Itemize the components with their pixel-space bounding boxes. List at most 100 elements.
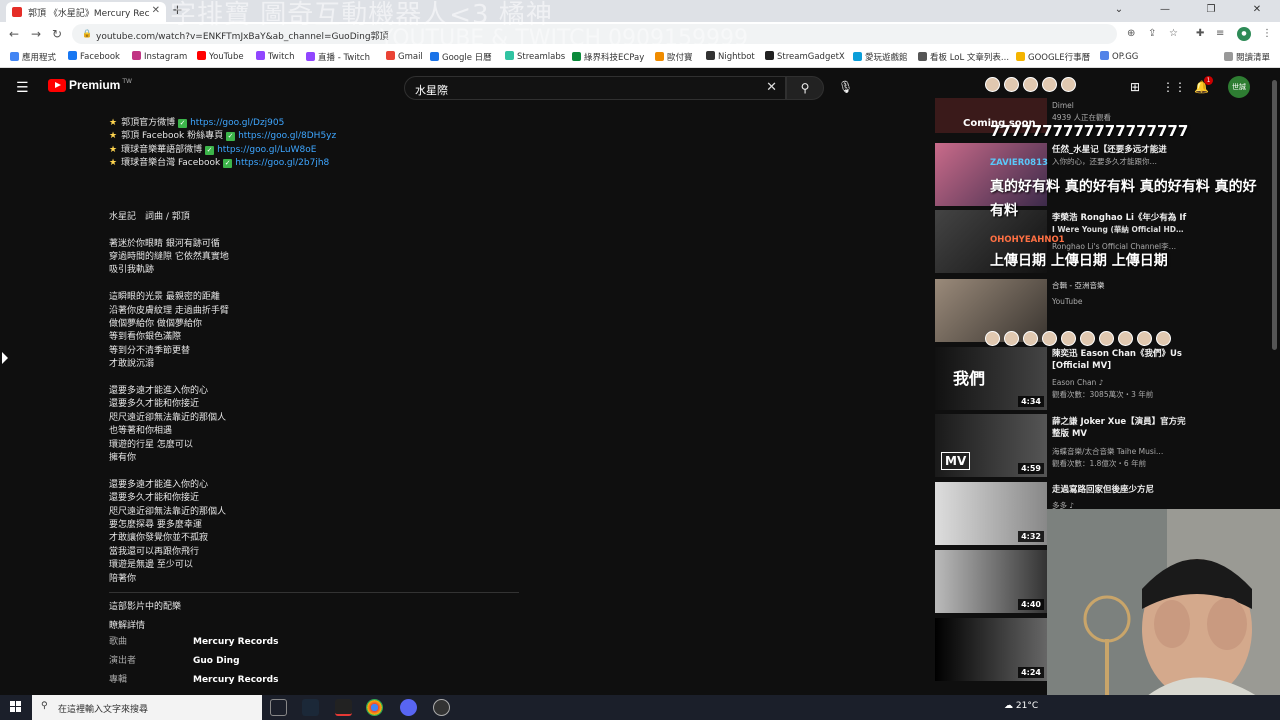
lyric-line: 還要多久才能和你接近 [109, 399, 200, 410]
bookmark-calendar[interactable]: Google 日曆 [430, 51, 492, 63]
bookmark-instagram[interactable]: Instagram [132, 51, 187, 62]
chat-username: ZAVIER0813 [990, 158, 1048, 168]
bookmark-twitch-live[interactable]: 直播 - Twitch [306, 51, 370, 63]
learn-more-link[interactable]: 瞭解詳情 [109, 620, 529, 633]
chrome-icon[interactable] [366, 699, 383, 716]
star-icon: ★ [109, 118, 118, 128]
youtube-play-icon [48, 78, 66, 92]
lyric-line: 環遊是無邊 至少可以 [109, 560, 193, 571]
lyric-line: 要怎麼探尋 要多麼幸運 [109, 520, 202, 531]
windows-taskbar: ⚲ 在這裡輸入文字來搜尋 ☁ 21°C [0, 695, 1280, 720]
video-stats: 觀看次數：3085萬次・3 年前 [1052, 390, 1154, 399]
discord-icon[interactable] [400, 699, 417, 716]
bookmark-gmail[interactable]: Gmail [386, 51, 423, 62]
bookmark-opay[interactable]: 歐付寶 [655, 51, 693, 63]
extensions-icon[interactable]: ✚ [1196, 28, 1204, 39]
chevron-down-icon[interactable]: ⌄ [1096, 0, 1142, 22]
bookmark-streamgadgetx[interactable]: StreamGadgetX [765, 51, 845, 62]
bookmark-ecpay[interactable]: 綠界科技ECPay [572, 51, 644, 63]
tab-title: 郭頂 《水星記》Mercury Rec [28, 9, 150, 19]
lyric-line: 還要多久才能和你接近 [109, 493, 200, 504]
bookmark-apps[interactable]: 應用程式 [10, 51, 56, 63]
share-icon[interactable]: ⇪ [1148, 28, 1156, 39]
app-icon[interactable] [335, 699, 352, 716]
chat-message: 上傳日期 上傳日期 上傳日期 [990, 253, 1168, 269]
media-icon[interactable]: ≡ [1216, 28, 1224, 39]
video-duration: 4:34 [1018, 396, 1044, 407]
forward-icon[interactable]: → [31, 27, 41, 41]
star-icon: ★ [109, 158, 118, 169]
description-link[interactable]: https://goo.gl/LuW8oE [217, 145, 316, 155]
video-title[interactable]: 薛之謙 Joker Xue【演員】官方完整版 MV [1052, 416, 1192, 440]
minimize-button[interactable]: — [1142, 0, 1188, 22]
obs-icon[interactable] [433, 699, 450, 716]
chat-message: 7777777777777777777 [990, 122, 1189, 140]
menu-icon[interactable]: ⋮ [1262, 28, 1272, 39]
task-view-icon[interactable] [270, 699, 287, 716]
browser-tab[interactable]: 郭頂 《水星記》Mercury Rec ✕ [6, 2, 166, 22]
video-thumbnail[interactable]: 4:40 [935, 550, 1047, 613]
video-stats: 觀看次數：1.8億次・6 年前 [1052, 459, 1147, 468]
bookmark-streamlabs[interactable]: Streamlabs [505, 51, 565, 62]
video-thumbnail[interactable]: 4:24 [935, 618, 1047, 681]
profile-avatar[interactable]: ● [1237, 27, 1251, 41]
windows-start-icon[interactable] [10, 701, 22, 713]
lyric-line: 著迷於你眼睛 銀河有跡可循 [109, 238, 220, 249]
logo-text: Premium [69, 78, 121, 92]
lyric-line: 還要多遠才能進入你的心 [109, 479, 209, 490]
webcam-feed [1047, 509, 1280, 696]
lyric-line: 等到看你銀色滿際 [109, 332, 182, 343]
description-link[interactable]: https://goo.gl/8DH5yz [238, 131, 336, 141]
weather-widget[interactable]: ☁ 21°C [1004, 701, 1038, 711]
bookmark-facebook[interactable]: Facebook [68, 51, 120, 62]
search-icon: ⚲ [800, 81, 810, 95]
taskbar-search-input[interactable]: ⚲ 在這裡輸入文字來搜尋 [32, 695, 262, 720]
clear-search-icon[interactable]: ✕ [766, 80, 777, 95]
thumbnail-mv-text: MV [941, 452, 971, 470]
lyric-line: 吸引我軌跡 [109, 265, 155, 276]
taskbar-search-placeholder: 在這裡輸入文字來搜尋 [58, 705, 149, 715]
video-duration: 4:59 [1018, 463, 1044, 474]
check-icon: ✓ [178, 119, 188, 128]
video-thumbnail[interactable]: MV 4:59 [935, 414, 1047, 477]
video-channel: 海蝶音樂/太合音樂 Taihe Musi… [1052, 447, 1164, 456]
description-link-row: ★ 環球音樂華語部微博 ✓ https://goo.gl/LuW8oE [109, 144, 317, 155]
lyric-line: 陪著你 [109, 573, 137, 584]
video-duration: 4:24 [1018, 667, 1044, 678]
music-section-title: 這部影片中的配樂 [109, 602, 182, 613]
close-tab-icon[interactable]: ✕ [152, 5, 160, 16]
description-link-row: ★ 郭頂 Facebook 粉絲專頁 ✓ https://goo.gl/8DH5yz [109, 131, 337, 142]
mouse-cursor [2, 352, 8, 364]
search-icon: ⚲ [41, 701, 48, 711]
video-title[interactable]: 走過寫路回家但後座少方尼 [1052, 484, 1192, 496]
bookmark-youtube[interactable]: YouTube [197, 51, 244, 62]
music-row: 歌曲 Mercury Records [109, 636, 279, 647]
bookmark-twitch[interactable]: Twitch [256, 51, 295, 62]
reload-icon[interactable]: ↻ [52, 27, 62, 41]
star-icon[interactable]: ☆ [1169, 28, 1178, 39]
microphone-icon[interactable]: 🎙 [838, 80, 853, 94]
menu-icon[interactable]: ☰ [16, 80, 29, 96]
bookmark-google-calendar[interactable]: GOOGLE行事曆 [1016, 51, 1090, 63]
video-description: ★ 郭頂官方微博 ✓ https://goo.gl/Dzj905 ★ 郭頂 Facebo… [109, 117, 529, 690]
close-window-button[interactable]: ✕ [1234, 0, 1280, 22]
reading-list[interactable]: 閱讀清單 [1224, 51, 1270, 63]
description-link[interactable]: https://goo.gl/Dzj905 [190, 118, 284, 128]
description-link-row: ★ 郭頂官方微博 ✓ https://goo.gl/Dzj905 [109, 118, 285, 128]
install-icon[interactable]: ⊕ [1127, 28, 1135, 39]
bookmark-gamer[interactable]: 愛玩遊戲館 [853, 51, 908, 63]
bookmark-nightbot[interactable]: Nightbot [706, 51, 755, 62]
youtube-logo[interactable]: Premium TW [48, 78, 132, 92]
description-link-row: ★ 環球音樂台灣 Facebook ✓ https://goo.gl/2b7jh8 [109, 158, 330, 169]
bookmark-ptt-lol[interactable]: 看板 LoL 文章列表... [918, 51, 1009, 63]
maximize-button[interactable]: ❐ [1188, 0, 1234, 22]
steam-icon[interactable] [302, 699, 319, 716]
description-link[interactable]: https://goo.gl/2b7jh8 [235, 158, 329, 168]
video-thumbnail[interactable]: 4:32 [935, 482, 1047, 545]
bookmark-opgg[interactable]: OP.GG [1100, 51, 1138, 62]
lyric-line: 環遊的行星 怎麼可以 [109, 439, 193, 450]
scrollbar[interactable] [1272, 80, 1277, 350]
search-button[interactable]: ⚲ [786, 76, 824, 100]
back-icon[interactable]: ← [9, 27, 19, 41]
search-input[interactable]: 水星際 ✕ [404, 76, 786, 100]
